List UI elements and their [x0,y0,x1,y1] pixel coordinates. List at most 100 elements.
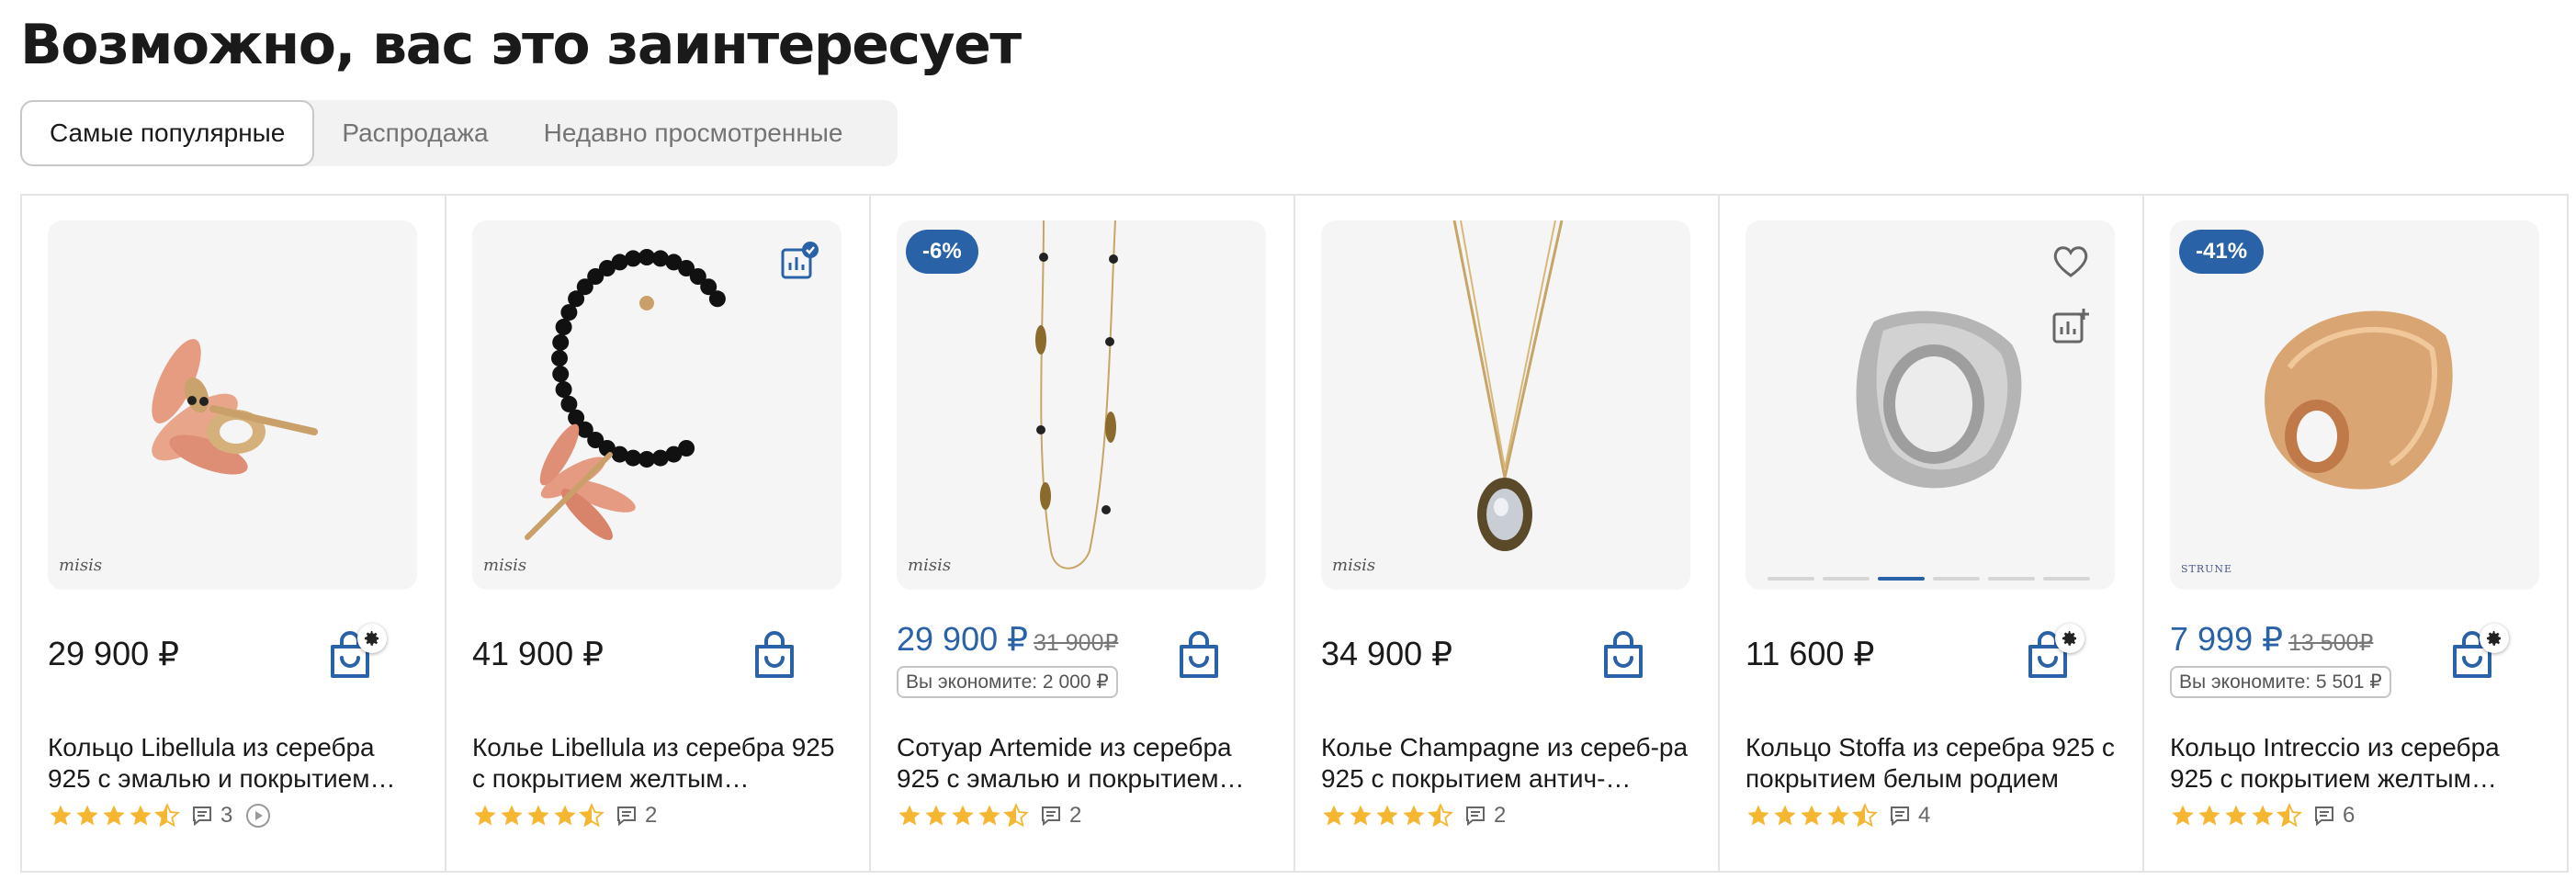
savings-label: Вы экономите: 5 501 ₽ [2170,666,2391,698]
product-card[interactable]: misis 29 900 ₽ Кольцо Libellula из сереб… [22,196,446,871]
product-image[interactable]: misis [48,220,417,590]
star-rating [897,803,1029,829]
carousel-dot[interactable] [1878,577,1925,581]
product-card[interactable]: misis 41 900 ₽ Колье Libellula из серебр… [446,196,871,871]
star-rating [1746,803,1878,829]
product-card[interactable]: misis 34 900 ₽ Колье Champagne из сереб-… [1295,196,1720,871]
add-to-cart-button[interactable] [1174,630,1224,682]
gold-ring-image [2265,310,2453,490]
product-price: 11 600 ₽ [1746,635,1875,672]
product-price: 7 999 ₽13 500₽ [2170,620,2373,659]
star-half-icon [2277,803,2302,828]
review-count: 2 [645,803,658,828]
discount-badge: -41% [2179,230,2265,274]
star-full-icon [130,805,152,826]
star-full-icon [527,805,549,826]
heart-icon[interactable] [2049,239,2093,283]
product-rating: 4 [1746,800,1930,831]
carousel-dot[interactable] [1823,577,1870,581]
star-full-icon [474,805,496,826]
product-price: 34 900 ₽ [1321,635,1453,672]
carousel-dot[interactable] [1933,577,1980,581]
comment-icon [617,806,636,827]
brand-logo: misis [483,556,527,575]
gear-icon[interactable] [357,624,387,653]
star-rating [472,803,604,829]
star-rating [48,803,180,829]
comment-icon [2315,806,2333,827]
star-full-icon [1403,805,1425,826]
star-half-icon [1428,803,1453,828]
star-full-icon [1801,805,1823,826]
product-image[interactable] [1746,220,2115,590]
add-to-cart-button[interactable] [750,630,799,682]
product-title[interactable]: Кольцо Intreccio из серебра 925 с покрыт… [2170,732,2547,795]
product-carousel: misis 29 900 ₽ Кольцо Libellula из сереб… [20,194,2569,873]
carousel-dot[interactable] [2043,577,2090,581]
brand-logo: STRUNE [2181,563,2233,575]
product-title[interactable]: Сотуар Artemide из серебра 925 с эмалью … [897,732,1273,795]
product-card[interactable]: -41% STRUNE 7 999 ₽13 500₽ Вы экономите:… [2144,196,2569,871]
star-full-icon [898,805,921,826]
pendant-necklace-image [1452,220,1564,551]
compare-icon[interactable] [2049,305,2093,349]
review-count: 3 [220,803,233,828]
star-full-icon [1747,805,1769,826]
tab-popular[interactable]: Самые популярные [20,100,315,166]
star-full-icon [2252,805,2274,826]
brand-logo: misis [908,556,952,575]
star-full-icon [952,805,974,826]
old-price: 31 900₽ [1034,630,1119,656]
star-full-icon [978,805,1000,826]
carousel-dot[interactable] [1768,577,1814,581]
tab-recently-viewed[interactable]: Недавно просмотренные [516,100,871,166]
product-rating: 6 [2170,800,2355,831]
product-image[interactable]: misis [472,220,842,590]
star-half-icon [154,803,180,828]
star-full-icon [2198,805,2220,826]
star-full-icon [501,805,523,826]
star-full-icon [925,805,947,826]
brand-logo: misis [1332,556,1376,575]
section-title: Возможно, вас это заинтересует [20,13,1022,77]
carousel-dot[interactable] [1988,577,2035,581]
tab-bar: Самые популярные Распродажа Недавно прос… [20,100,898,166]
product-price: 29 900 ₽ [48,635,180,672]
review-count: 2 [1494,803,1507,828]
review-count: 2 [1069,803,1082,828]
product-card[interactable]: -6% misis 29 900 ₽31 900₽ Вы экономите: … [871,196,1295,871]
sale-price: 29 900 ₽ [897,620,1029,658]
star-half-icon [579,803,604,828]
star-full-icon [554,805,576,826]
brand-logo: misis [59,556,103,575]
star-full-icon [76,805,98,826]
product-title[interactable]: Кольцо Libellula из серебра 925 с эмалью… [48,732,424,795]
product-image[interactable]: -6% misis [897,220,1266,590]
product-image[interactable]: -41% STRUNE [2170,220,2539,590]
star-full-icon [1350,805,1372,826]
tab-sale[interactable]: Распродажа [314,100,515,166]
compare-added-icon[interactable] [777,241,821,285]
review-count: 4 [1918,803,1931,828]
gear-icon[interactable] [2480,624,2509,653]
product-price: 29 900 ₽31 900₽ [897,620,1118,659]
product-title[interactable]: Колье Champagne из сереб-ра 925 с покрыт… [1321,732,1698,795]
add-to-cart-button[interactable] [1599,630,1648,682]
product-price: 41 900 ₽ [472,635,604,672]
star-full-icon [50,805,72,826]
old-price: 13 500₽ [2288,630,2374,656]
product-title[interactable]: Кольцо Stoffa из серебра 925 с покрытием… [1746,732,2122,795]
product-image[interactable]: misis [1321,220,1690,590]
product-card[interactable]: 11 600 ₽ Кольцо Stoffa из серебра 925 с … [1720,196,2144,871]
product-rating: 3 [48,800,271,831]
gear-icon[interactable] [2055,624,2085,653]
product-rating: 2 [1321,800,1506,831]
video-play-icon[interactable] [245,803,271,829]
star-full-icon [1376,805,1398,826]
star-full-icon [2225,805,2247,826]
star-full-icon [1774,805,1796,826]
product-title[interactable]: Колье Libellula из серебра 925 с покрыти… [472,732,849,795]
star-half-icon [1852,803,1878,828]
star-full-icon [103,805,125,826]
long-chain-necklace-image [1035,220,1118,570]
